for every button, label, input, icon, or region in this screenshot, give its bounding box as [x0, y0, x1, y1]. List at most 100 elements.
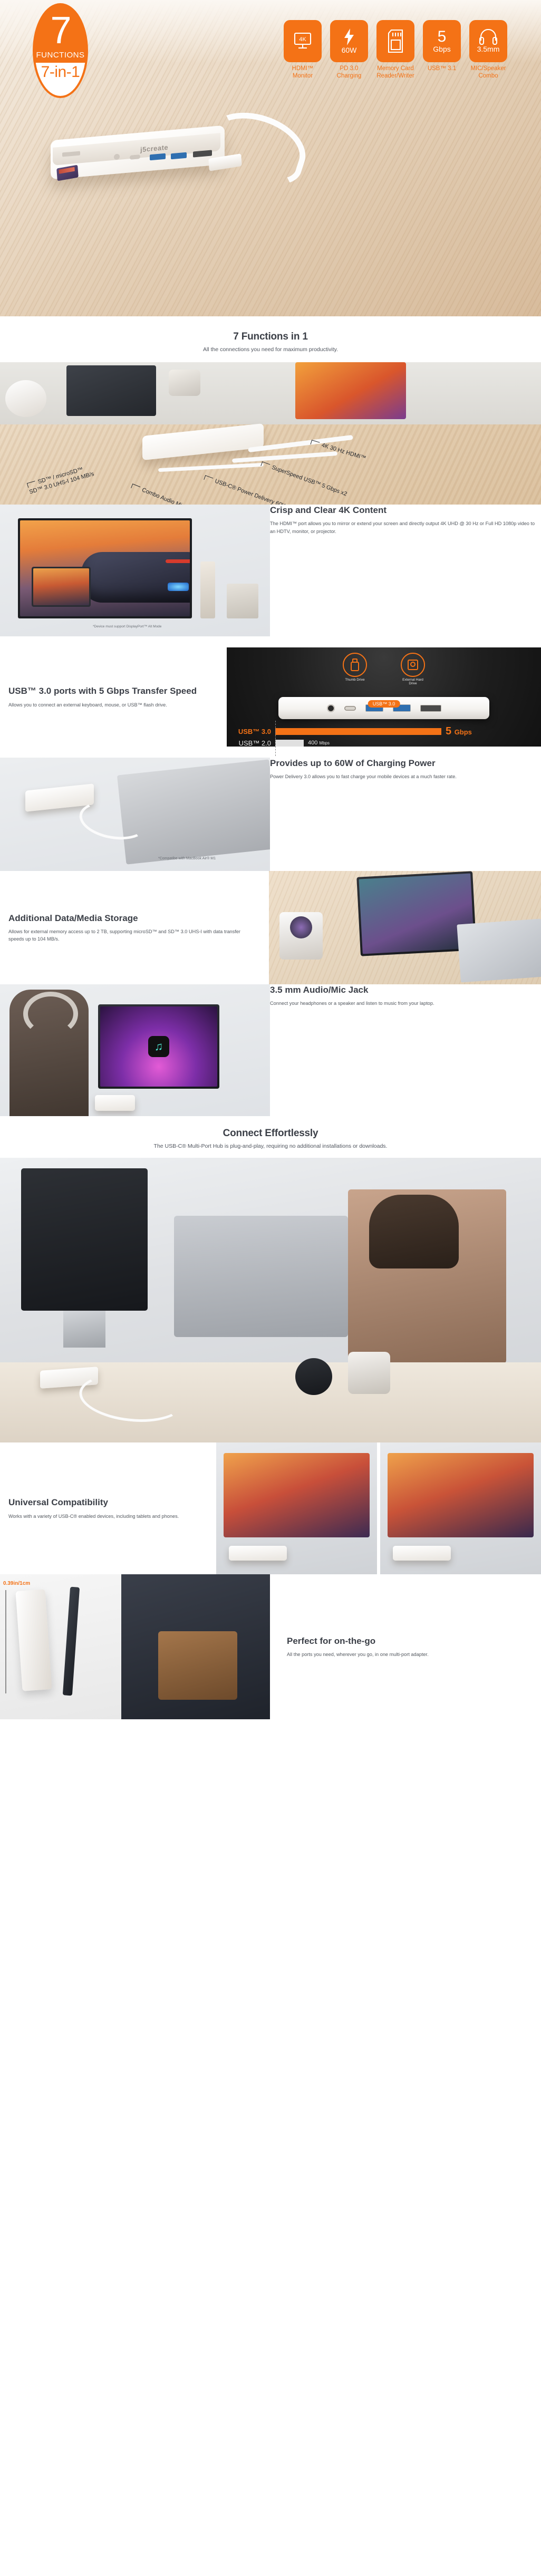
bar-value-usb20: 400 Mbps [308, 740, 330, 746]
hub-device [95, 1095, 135, 1111]
section-audio-body: Connect your headphones or a speaker and… [270, 1001, 434, 1006]
svg-text:4K: 4K [299, 36, 306, 43]
feature-cardreader: Memory Card Reader/Writer [374, 20, 417, 80]
headphones-glyph [479, 29, 498, 45]
section-usb-body: Allows you to connect an external keyboa… [8, 702, 167, 708]
pin-thumb-drive-label: Thumb Drive [345, 678, 365, 682]
usb-device-pins: Thumb Drive External Hard Drive [234, 653, 534, 685]
hub-cable [199, 101, 314, 192]
ports-diagram-section: 4K 30 Hz HDMI™ SuperSpeed USB™ 5 Gbps x2… [0, 362, 541, 505]
usb30-port-tag: USB™ 3.0 [368, 700, 400, 708]
section-onthego-title: Perfect for on-the-go [287, 1635, 376, 1646]
feature-cardreader-caption: Memory Card Reader/Writer [376, 65, 414, 80]
diagram-headphones [5, 380, 46, 417]
feature-pd-caption: PD 3.0 Charging [336, 65, 362, 80]
diagram-monitor-right [295, 362, 406, 419]
section-4k-copy: Crisp and Clear 4K Content The HDMI™ por… [270, 505, 541, 636]
monitor-stand [63, 1311, 105, 1348]
projector-lens [290, 916, 312, 938]
laptop-keyboard [457, 918, 541, 983]
monitor-glyph: 4K [294, 32, 312, 49]
flash-drive-glyph [351, 658, 359, 671]
bar-row-usb30: USB™ 3.0 5 Gbps [237, 720, 534, 742]
section-charging-body: Power Delivery 3.0 allows you to fast ch… [270, 774, 457, 780]
section-connect-effortlessly: Connect Effortlessly The USB-C® Multi-Po… [0, 1116, 541, 1158]
hdmi-port [420, 704, 441, 712]
camera-device [348, 1352, 390, 1394]
laptop-screen-back [174, 1216, 348, 1337]
hero-product-image: j5create [51, 101, 314, 192]
feature-usb-value: 5 [437, 28, 447, 46]
bar-label-usb20: USB™ 2.0 [238, 739, 271, 747]
section-usb-speed: USB™ 3.0 ports with 5 Gbps Transfer Spee… [0, 636, 541, 758]
feature-audio-value: 3.5mm [477, 45, 500, 54]
memory-card-icon [376, 20, 414, 62]
hub-device-vertical [15, 1589, 52, 1691]
section-storage-body: Allows for external memory access up to … [8, 928, 240, 942]
hard-drive-glyph [408, 660, 418, 670]
bar-track-usb30: 5 Gbps [275, 720, 534, 742]
feature-audio-caption: MIC/Speaker Combo [470, 65, 506, 80]
bolt-glyph [344, 28, 354, 46]
section-charging-power: *Compatibe with MacBook Air® M1 Provides… [0, 758, 541, 871]
feature-audio: 3.5mm MIC/Speaker Combo [467, 20, 509, 80]
lifestyle-photo-section [0, 1158, 541, 1442]
functions-tagline-strip: 7-in-1 [35, 63, 86, 96]
pin-hard-drive-label: External Hard Drive [402, 678, 423, 685]
section-storage-image [269, 871, 541, 984]
music-screen: ♫ [100, 1006, 217, 1087]
bar-label-usb30: USB™ 3.0 [238, 727, 271, 735]
measurement-label: 0.39in/1cm [3, 1581, 31, 1586]
callout-tick-icon [260, 461, 270, 469]
section-4k-title: Crisp and Clear 4K Content [270, 505, 387, 515]
music-note-icon: ♫ [148, 1036, 169, 1057]
bar-fill-usb20 [275, 739, 304, 747]
tablet-device [32, 567, 91, 607]
hdmi-4k-monitor-icon: 4K [284, 20, 322, 62]
headphones-on-head [23, 992, 78, 1036]
feature-icon-row: 4K HDMI™ Monitor 60W PD 3.0 Charging Mem… [282, 20, 509, 80]
section-charging-image: *Compatibe with MacBook Air® M1 [0, 758, 270, 871]
section-4k-image: *Device must support DisplayPort™ Alt Mo… [0, 505, 270, 636]
section-onthego-image: 0.39in/1cm [0, 1574, 270, 1719]
usb-flash-drive-icon [343, 653, 367, 677]
section-compat-images [216, 1442, 541, 1574]
section-universal-compatibility: Universal Compatibility Works with a var… [0, 1442, 541, 1574]
callout-pd: USB-C® Power Delivery 60W [204, 474, 288, 505]
sd-card-glyph [388, 29, 403, 53]
callout-audio: Combo Audio Mic/Speaker [131, 482, 207, 505]
external-hard-drive-icon [401, 653, 425, 677]
tablet-screen [224, 1453, 370, 1537]
section-4k-footnote: *Device must support DisplayPort™ Alt Mo… [93, 625, 162, 628]
leather-bag [158, 1631, 237, 1700]
hub-device [393, 1546, 451, 1561]
wireless-speaker [295, 1358, 332, 1395]
diagram-monitor-left [66, 365, 156, 416]
section-onthego-copy: Perfect for on-the-go All the ports you … [270, 1635, 541, 1659]
compat-image-tablet-2 [380, 1442, 541, 1574]
usb-c-port [344, 705, 356, 711]
usb-speed-panel: Thumb Drive External Hard Drive USB™ 3.0 [227, 647, 541, 756]
section-charging-title: Provides up to 60W of Charging Power [270, 758, 436, 768]
section-charging-copy: Provides up to 60W of Charging Power Pow… [270, 758, 457, 871]
functions-word: FUNCTIONS [36, 51, 85, 60]
product-landing-page: 7 FUNCTIONS 7-in-1 4K HDMI™ Monitor 60W … [0, 0, 541, 1719]
section-compat-title: Universal Compatibility [8, 1497, 108, 1508]
diagram-cable-usb [231, 451, 338, 463]
section-connect-subtitle: The USB-C® Multi-Port Hub is plug-and-pl… [153, 1143, 388, 1149]
measurement-line [5, 1590, 6, 1693]
section-compat-copy: Universal Compatibility Works with a var… [0, 1497, 216, 1520]
headset-icon: 3.5mm [469, 20, 507, 62]
intro-section: 7 Functions in 1 All the connections you… [0, 316, 541, 362]
feature-usb-unit: Gbps [433, 45, 451, 54]
screen-content [359, 873, 475, 954]
section-charging-footnote: *Compatibe with MacBook Air® M1 [158, 857, 216, 860]
speed-comparison-chart: USB™ 3.0 5 Gbps USB™ 2.0 400 Mbps [234, 720, 534, 756]
diagram-camera [169, 370, 200, 396]
section-4k-body: The HDMI™ port allows you to mirror or e… [270, 521, 535, 534]
callout-tick-icon [204, 474, 214, 482]
screen-car-graphic [81, 552, 190, 603]
callout-tick-icon [131, 483, 141, 491]
intro-title: 7 Functions in 1 [233, 331, 308, 342]
functions-tagline: 7-in-1 [41, 63, 80, 81]
